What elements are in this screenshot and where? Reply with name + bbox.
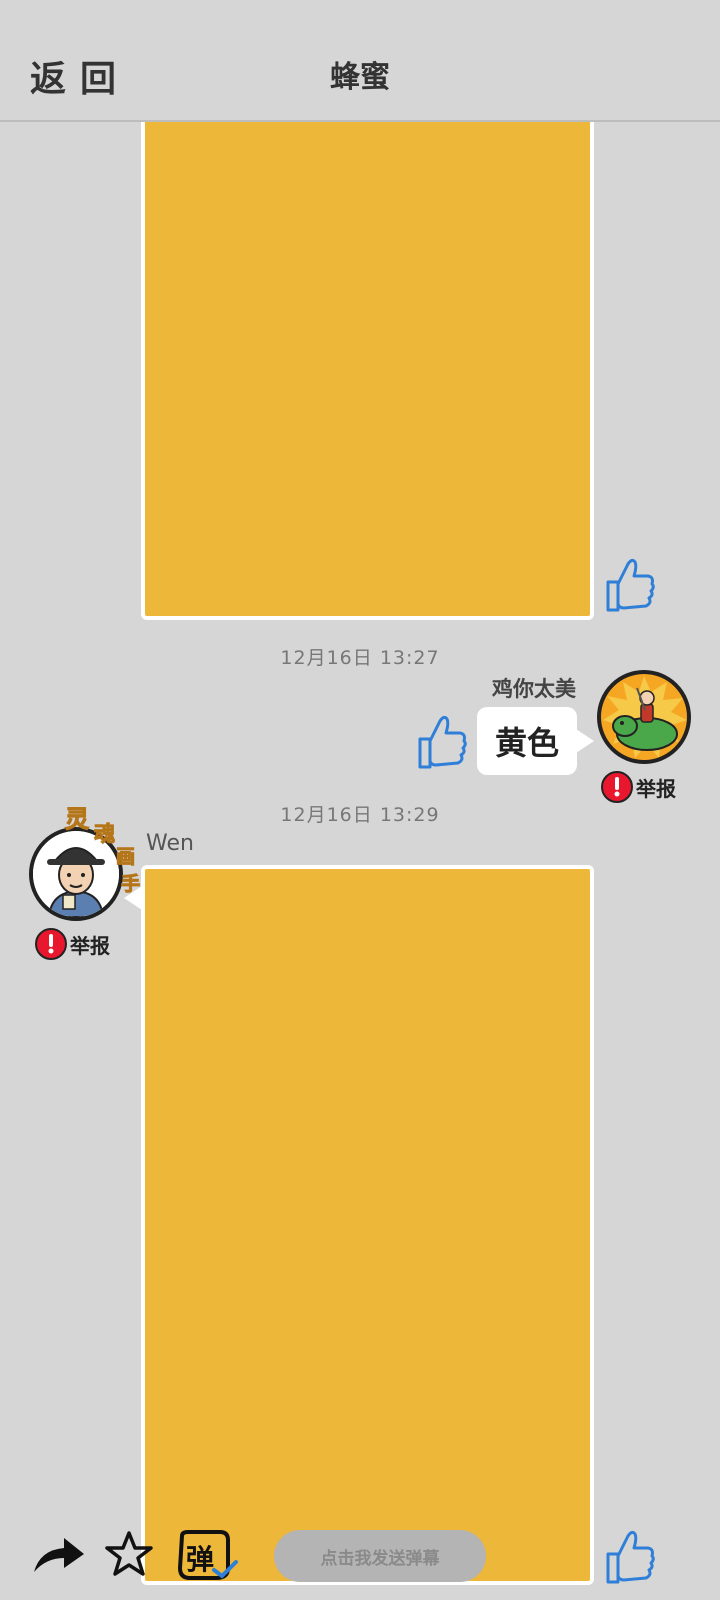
report-button[interactable]: 举报 xyxy=(35,928,110,960)
picture-message-1[interactable] xyxy=(141,100,594,620)
picture-message-2[interactable] xyxy=(141,865,594,1585)
sender-name: Wen xyxy=(146,831,194,856)
thumbs-up-icon[interactable] xyxy=(604,1528,656,1586)
message-timestamp: 12月16日 13:27 xyxy=(280,647,440,669)
thumbs-up-icon[interactable] xyxy=(604,556,656,614)
top-bar: 返回 蜂蜜 xyxy=(0,0,720,122)
danmaku-input[interactable]: 点击我发送弹幕 xyxy=(274,1530,486,1582)
danmaku-icon[interactable]: 弹 xyxy=(176,1530,240,1582)
share-arrow-icon[interactable] xyxy=(30,1536,86,1576)
danmaku-glyph: 弹 xyxy=(186,1543,215,1576)
page-title: 蜂蜜 xyxy=(330,60,390,95)
alert-icon xyxy=(601,771,633,803)
avatar-badge-char: 画 xyxy=(115,846,136,869)
bubble-tail xyxy=(124,886,142,910)
alert-icon xyxy=(35,928,67,960)
avatar-dinosaur-rider-icon xyxy=(603,676,687,758)
text-message-bubble[interactable]: 黄色 xyxy=(477,707,577,775)
avatar-badge-char: 魂 xyxy=(94,822,116,847)
report-button[interactable]: 举报 xyxy=(601,771,676,803)
bubble-tail xyxy=(576,729,594,753)
avatar[interactable] xyxy=(597,670,691,764)
thumbs-up-icon[interactable] xyxy=(416,713,468,771)
report-label: 举报 xyxy=(70,933,110,958)
avatar-badge-char: 灵 xyxy=(65,805,90,834)
report-label: 举报 xyxy=(636,776,676,801)
sender-name: 鸡你太美 xyxy=(492,677,576,701)
star-icon[interactable] xyxy=(104,1530,154,1578)
